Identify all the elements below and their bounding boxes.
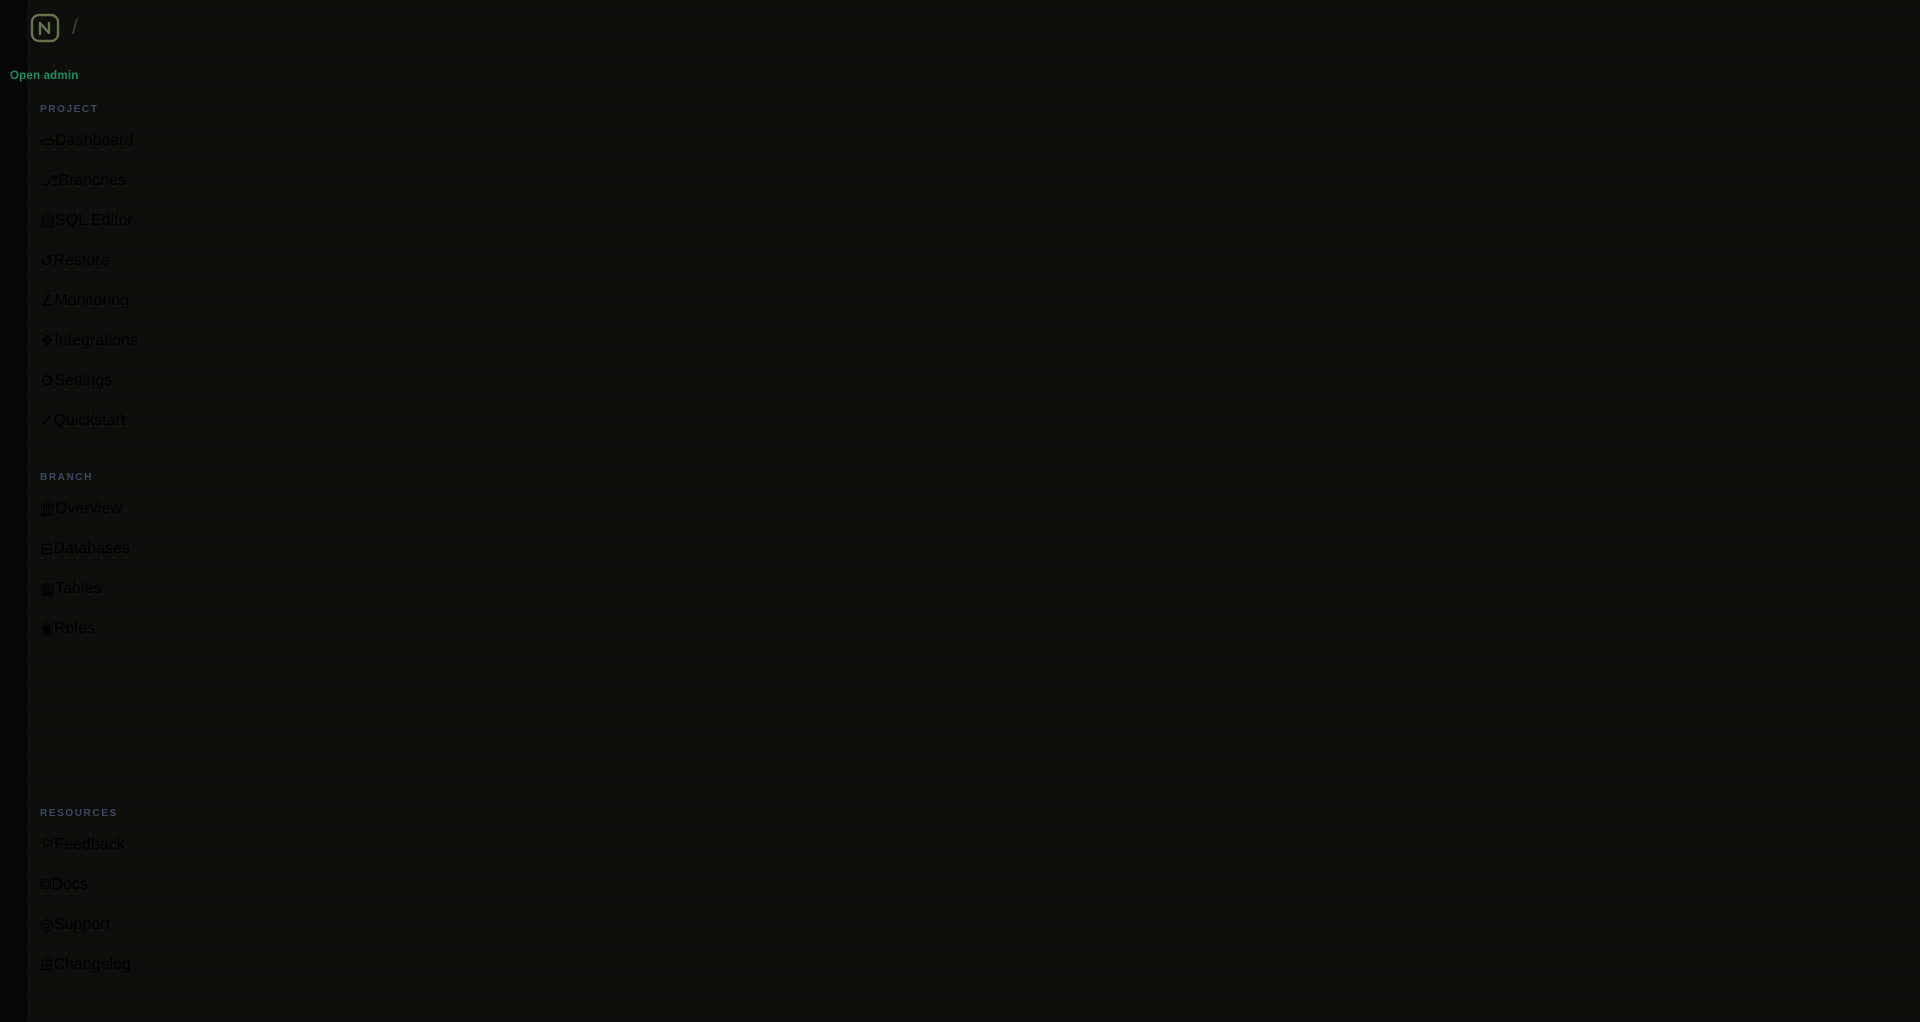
sidebar-item-settings[interactable]: ⚙Settings: [28, 361, 188, 401]
databases-icon: ⊟: [40, 539, 53, 559]
sidebar-item-dashboard[interactable]: ▭Dashboard: [28, 121, 188, 161]
sql-editor-icon: ▤: [40, 211, 55, 231]
sidebar-item-label: Overview: [55, 500, 122, 518]
tables-icon: ▦: [40, 579, 55, 599]
sidebar-item-feedback[interactable]: ⚐Feedback: [28, 825, 188, 865]
changelog-icon: ⊞: [40, 955, 53, 975]
sidebar-section-resources: RESOURCES⚐Feedback⧉Docs◎Support⊞Changelo…: [28, 808, 188, 985]
sidebar-item-label: Roles: [54, 620, 95, 638]
console-backdrop: / Open admin PROJECT▭Dashboard⎇Branches▤…: [0, 0, 1920, 1022]
sidebar-section-title: BRANCH: [40, 472, 188, 483]
quickstart-icon: ✓: [40, 411, 53, 431]
sidebar-item-label: Dashboard: [55, 132, 133, 150]
sidebar-item-monitoring[interactable]: ∠Monitoring: [28, 281, 188, 321]
sidebar-item-changelog[interactable]: ⊞Changelog: [28, 945, 188, 985]
sidebar-item-tables[interactable]: ▦Tables: [28, 569, 188, 609]
docs-icon: ⧉: [40, 876, 51, 894]
sidebar-item-label: Support: [54, 916, 110, 934]
sidebar-item-restore[interactable]: ↺Restore: [28, 241, 188, 281]
app-root: / Open admin PROJECT▭Dashboard⎇Branches▤…: [0, 0, 1920, 1022]
sidebar-section-project: PROJECT▭Dashboard⎇Branches▤SQL Editor↺Re…: [28, 104, 188, 441]
sidebar-item-roles[interactable]: ◉Roles: [28, 609, 188, 649]
sidebar-section-title: RESOURCES: [40, 808, 188, 819]
sidebar-item-label: SQL Editor: [55, 212, 133, 230]
restore-icon: ↺: [40, 251, 53, 271]
sidebar-item-label: Settings: [54, 372, 112, 390]
sidebar-item-label: Changelog: [53, 956, 130, 974]
sidebar-item-support[interactable]: ◎Support: [28, 905, 188, 945]
sidebar-item-databases[interactable]: ⊟Databases: [28, 529, 188, 569]
sidebar-item-label: Tables: [55, 580, 101, 598]
sidebar-item-label: Restore: [53, 252, 109, 270]
sidebar-item-label: Databases: [53, 540, 130, 558]
sidebar-item-integrations[interactable]: ❖Integrations: [28, 321, 188, 361]
sidebar-item-label: Docs: [51, 876, 87, 894]
breadcrumb-separator: /: [72, 17, 78, 40]
sidebar-item-label: Quickstart: [53, 412, 125, 430]
overview-icon: ▥: [40, 499, 55, 519]
roles-icon: ◉: [40, 619, 54, 639]
sidebar-item-label: Branches: [58, 172, 126, 190]
sidebar-item-label: Monitoring: [54, 292, 129, 310]
left-edge-strip: [0, 0, 27, 1022]
sidebar-item-overview[interactable]: ▥Overview: [28, 489, 188, 529]
sidebar-item-label: Feedback: [54, 836, 124, 854]
settings-icon: ⚙: [40, 371, 54, 391]
dashboard-icon: ▭: [40, 131, 55, 151]
monitoring-icon: ∠: [40, 291, 54, 311]
feedback-icon: ⚐: [40, 835, 54, 855]
sidebar-section-branch: BRANCH▥Overview⊟Databases▦Tables◉Roles: [28, 472, 188, 649]
branches-icon: ⎇: [40, 171, 58, 191]
sidebar-item-quickstart[interactable]: ✓Quickstart: [28, 401, 188, 441]
console-topbar: /: [30, 8, 78, 48]
sidebar-item-sql-editor[interactable]: ▤SQL Editor: [28, 201, 188, 241]
support-icon: ◎: [40, 915, 54, 935]
sidebar-item-label: Integrations: [54, 332, 138, 350]
neon-logo-icon[interactable]: [30, 13, 60, 43]
sidebar-item-branches[interactable]: ⎇Branches: [28, 161, 188, 201]
open-admin-link[interactable]: Open admin: [10, 70, 78, 82]
sidebar-section-title: PROJECT: [40, 104, 188, 115]
sidebar-item-docs[interactable]: ⧉Docs: [28, 865, 188, 905]
integrations-icon: ❖: [40, 331, 54, 351]
